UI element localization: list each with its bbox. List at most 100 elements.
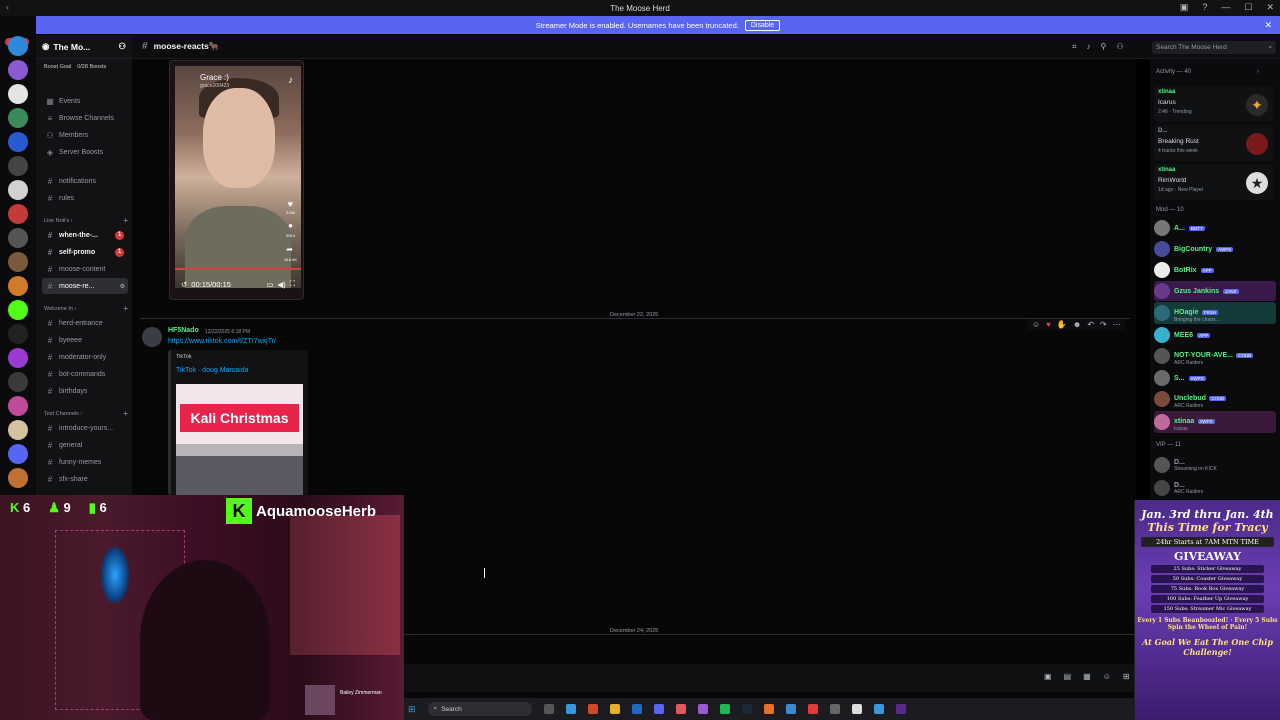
category-text-channels[interactable]: Text Channels › + [44, 409, 128, 418]
emoji-reaction-icon[interactable]: ☺ [1032, 320, 1040, 329]
server-icon[interactable] [8, 372, 28, 392]
gif-icon[interactable]: ▤ [1064, 672, 1072, 681]
reply-icon[interactable]: ↶ [1087, 320, 1094, 329]
member-item[interactable]: MEE6 APP [1154, 325, 1276, 345]
category-live-notis[interactable]: Live Noti's › + [44, 216, 128, 225]
video-progress-bar[interactable] [175, 268, 301, 270]
channel-funny-memes[interactable]: # funny-memes [42, 454, 128, 470]
settings-icon[interactable]: ⚙ [120, 283, 125, 290]
captions-icon[interactable]: ▭ [266, 280, 273, 289]
channel-self-promo[interactable]: # self-promo 1 [42, 244, 128, 260]
server-icon[interactable] [8, 444, 28, 464]
fullscreen-icon[interactable]: ⛶ [290, 279, 295, 289]
server-icon[interactable] [8, 60, 28, 80]
back-icon[interactable]: ‹ [6, 2, 9, 12]
taskbar-search[interactable]: ⌕ Search [427, 702, 532, 716]
discord-icon[interactable] [653, 704, 664, 714]
member-list-icon[interactable]: ⚇ [1116, 42, 1123, 52]
steam-icon[interactable] [741, 704, 752, 714]
boost-goal[interactable]: Boost Goal 0/28 Boosts [36, 59, 132, 75]
member-item[interactable]: Unclebud CHUB ARC Raiders [1154, 388, 1276, 410]
forward-icon[interactable]: ↷ [1100, 320, 1107, 329]
guild-header[interactable]: ◉ The Mo... ⚇ [36, 35, 132, 59]
nav-server-boosts[interactable]: ◈ Server Boosts [42, 144, 128, 160]
member-item[interactable]: S... AWPS [1154, 368, 1276, 388]
heart-reaction-icon[interactable]: ♥ [1046, 320, 1051, 329]
apps-icon[interactable]: ⊞ [1123, 672, 1130, 681]
kick-server-icon[interactable] [8, 300, 28, 320]
chrome-icon[interactable] [851, 704, 862, 714]
member-item[interactable]: BotRix APP [1154, 260, 1276, 280]
add-member-icon[interactable]: ⚇ [118, 41, 126, 52]
nav-members[interactable]: ⚇ Members [42, 127, 128, 143]
app-icon[interactable] [587, 704, 598, 714]
gift-icon[interactable]: ▣ [1044, 672, 1052, 681]
channel-bot-commands[interactable]: # bot-commands [42, 366, 128, 382]
disable-button[interactable]: Disable [744, 19, 781, 31]
add-reaction-icon[interactable]: ☻ [1073, 320, 1081, 329]
embed-thumbnail[interactable]: Kali Christmas [176, 384, 303, 495]
server-icon[interactable] [8, 276, 28, 296]
embed-title[interactable]: TikTok · doug Marcaida [176, 367, 249, 374]
channel-rules[interactable]: # rules [42, 190, 128, 206]
member-item[interactable]: HOagie FRSH Bringing the chaos... [1154, 302, 1276, 324]
add-channel-icon[interactable]: + [123, 409, 128, 418]
activity-card[interactable]: xtinaa RimWorld 1d ago · New Player ★ [1154, 164, 1274, 200]
channel-herd-entrance[interactable]: # herd-entrance [42, 315, 128, 331]
member-item[interactable]: NOT-YOUR-AVE... CHUB ARC Raiders [1154, 345, 1276, 367]
task-view-icon[interactable] [543, 704, 554, 714]
help-icon[interactable]: ? [1202, 2, 1207, 13]
server-icon[interactable] [8, 108, 28, 128]
nav-events[interactable]: ▦ Events [42, 93, 128, 109]
emoji-icon[interactable]: ☺ [1103, 672, 1111, 681]
app-icon[interactable] [763, 704, 774, 714]
app-icon[interactable] [631, 704, 642, 714]
volume-icon[interactable]: ◀) [277, 280, 285, 289]
app-icon[interactable] [829, 704, 840, 714]
pray-reaction-icon[interactable]: ✋ [1057, 320, 1067, 329]
channel-moose-reacts[interactable]: # moose-re... ⚙ [42, 278, 128, 294]
pin-icon[interactable]: ⚲ [1101, 42, 1107, 52]
chevron-right-icon[interactable]: › [1257, 69, 1259, 75]
server-icon[interactable] [8, 84, 28, 104]
spotify-icon[interactable] [719, 704, 730, 714]
message-link[interactable]: https://www.tiktok.com/t/ZTr7wxjTr/ [168, 338, 276, 345]
server-icon[interactable] [8, 420, 28, 440]
channel-moose-content[interactable]: # moose-content [42, 261, 128, 277]
netflix-icon[interactable] [807, 704, 818, 714]
maximize-icon[interactable]: ☐ [1244, 2, 1252, 13]
threads-icon[interactable]: ⌗ [1072, 42, 1077, 52]
member-item[interactable]: D... Streaming on KICK [1154, 454, 1276, 476]
server-icon[interactable] [8, 180, 28, 200]
activity-card[interactable]: xtinaa Icarus 2:46 · Trending ✦ [1154, 86, 1274, 122]
message-input[interactable] [404, 664, 1136, 692]
close-icon[interactable]: ✕ [1266, 2, 1274, 13]
message-author[interactable]: HF5Nado [168, 327, 199, 334]
server-icon[interactable] [8, 36, 28, 56]
server-icon[interactable] [8, 228, 28, 248]
server-icon[interactable] [8, 204, 28, 224]
file-explorer-icon[interactable] [609, 704, 620, 714]
avatar[interactable] [142, 327, 162, 347]
server-icon[interactable] [8, 396, 28, 416]
add-channel-icon[interactable]: + [123, 216, 128, 225]
channel-introduce[interactable]: # introduce-yours... [42, 420, 128, 436]
app-icon[interactable] [675, 704, 686, 714]
add-channel-icon[interactable]: + [123, 304, 128, 313]
channel-sfx-share[interactable]: # sfx-share [42, 471, 128, 487]
sticker-icon[interactable]: ▦ [1083, 672, 1091, 681]
member-item[interactable]: D... ARC Raiders [1154, 477, 1276, 499]
member-item[interactable]: A... BNTY [1154, 218, 1276, 238]
replay-icon[interactable]: ↺ [181, 280, 187, 289]
member-item[interactable]: BigCountry AWPS [1154, 239, 1276, 259]
more-icon[interactable]: ⋯ [1113, 320, 1121, 329]
app-icon[interactable] [785, 704, 796, 714]
activity-card[interactable]: D... Breaking Rust 4 tracks this week [1154, 125, 1274, 161]
member-item[interactable]: Gzus Jankins JANK [1154, 281, 1276, 301]
app-icon[interactable] [697, 704, 708, 714]
notification-bell-icon[interactable]: ♪ [1087, 42, 1091, 52]
nav-browse-channels[interactable]: ≡ Browse Channels [42, 110, 128, 126]
server-icon[interactable] [8, 132, 28, 152]
channel-byeeee[interactable]: # byeeee [42, 332, 128, 348]
app-icon[interactable] [895, 704, 906, 714]
